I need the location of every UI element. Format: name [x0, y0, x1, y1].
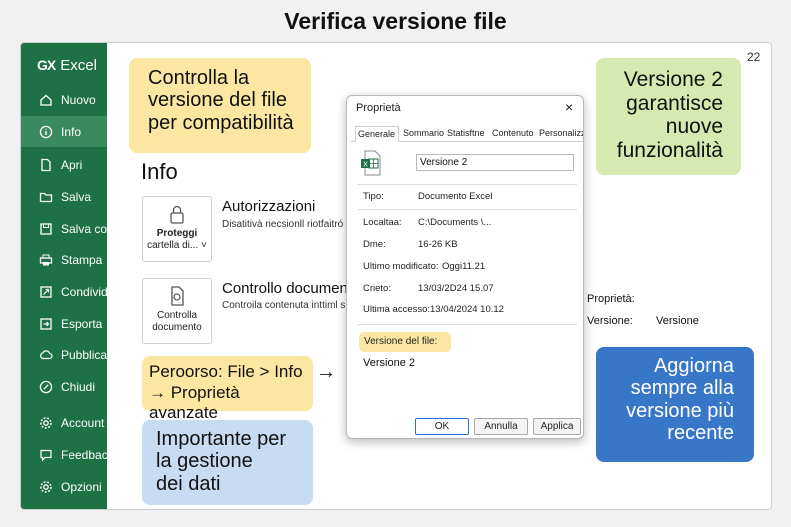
properties-panel-version-value: Versione	[656, 315, 699, 327]
sidebar-item-pubblica[interactable]: Pubblica	[21, 339, 107, 370]
publish-icon	[40, 349, 53, 359]
sidebar-item-label: Account	[61, 415, 105, 430]
check-document-description: Controila contenuta inttiml si	[222, 300, 348, 311]
home-icon	[40, 94, 52, 106]
callout-version-2: Versione 2 garantisce nuove funzionalità	[596, 58, 741, 175]
settings-icon	[40, 480, 52, 493]
inspect-document-icon	[171, 286, 184, 306]
sidebar-item-label: Pubblica	[61, 347, 107, 362]
file-version-value: Versione 2	[363, 357, 415, 369]
divider	[357, 209, 577, 210]
file-version-label: Versione del file:	[359, 332, 451, 352]
app-name: Excel	[60, 56, 97, 74]
dialog-tabs: Generale Sommario Statisftne Contenuto P…	[351, 126, 583, 142]
folder-icon	[39, 192, 53, 202]
modified-label: Ultimo modificato:	[363, 261, 439, 272]
sidebar-item-label: Salva con	[61, 221, 107, 236]
svg-text:X: X	[363, 162, 368, 169]
protect-tile-dropdown: cartella di... ˅	[147, 240, 207, 251]
sidebar-item-nuovo[interactable]: Nuovo	[21, 84, 107, 115]
callout-update: Aggiorna sempre alla versione più recent…	[596, 347, 754, 462]
printer-icon	[39, 254, 53, 265]
sidebar-item-label: Nuovo	[61, 92, 96, 107]
created-label: Crieto:	[363, 283, 391, 294]
ok-button[interactable]: OK	[415, 418, 469, 435]
excel-logo-icon: GX	[37, 57, 56, 73]
info-icon	[39, 125, 53, 138]
open-file-icon	[41, 158, 51, 171]
callout-check-version: Controlla la versione del file per compa…	[129, 58, 311, 153]
save-as-icon	[40, 222, 52, 235]
sidebar-item-opzioni[interactable]: Opzioni	[21, 471, 107, 502]
page-number: 22	[747, 50, 761, 64]
check-document-title: Controllo documen	[222, 280, 348, 297]
tab-sommario[interactable]: Sommario	[401, 126, 445, 142]
file-name-input[interactable]	[416, 154, 574, 171]
check-document-button[interactable]: Controlla documento	[142, 278, 212, 344]
type-label: Tipo:	[363, 191, 384, 202]
tab-personalizza[interactable]: Personalizza	[537, 126, 583, 142]
sidebar-item-chiudi[interactable]: Chiudi	[21, 371, 107, 402]
page-title: Verifica versione file	[284, 8, 507, 34]
permissions-title: Autorizzazioni	[222, 198, 316, 215]
sidebar-item-account[interactable]: Account	[21, 407, 107, 438]
cancel-button[interactable]: Annulla	[474, 418, 528, 435]
divider	[357, 184, 577, 185]
sidebar-item-feedback[interactable]: Feedback	[21, 439, 107, 470]
modified-value: Oggi11.21	[442, 261, 486, 272]
feedback-icon	[40, 449, 52, 461]
tab-contenuto[interactable]: Contenuto	[490, 126, 536, 142]
type-value: Documento Excel	[418, 191, 493, 202]
sidebar-item-label: Condividi	[61, 284, 107, 299]
gear-icon	[40, 416, 52, 429]
sidebar-item-apri[interactable]: Apri	[21, 149, 107, 180]
sidebar-item-salva-con[interactable]: Salva con	[21, 213, 107, 244]
excel-window: GX Excel Nuovo Info Apri Salva Salva con…	[20, 42, 772, 510]
backstage-sidebar: GX Excel Nuovo Info Apri Salva Salva con…	[21, 43, 107, 509]
arrow-right-icon: →	[316, 361, 336, 383]
sidebar-item-label: Apri	[61, 157, 83, 172]
excel-file-icon: X	[361, 150, 381, 176]
callout-path: Peroorso: File > Info → Proprietà avanza…	[142, 356, 313, 422]
sidebar-item-label: Stampa	[61, 252, 103, 267]
sidebar-item-label: Info	[61, 124, 82, 139]
sidebar-item-label: Salva	[61, 189, 92, 204]
created-value: 13/03/2D24 15.07	[418, 283, 494, 294]
location-value: C:\Documents \...	[418, 217, 492, 228]
sidebar-item-info[interactable]: Info	[21, 116, 107, 147]
properties-dialog: Proprietà × Generale Sommario Statisftne…	[346, 95, 584, 439]
tab-generale[interactable]: Generale	[355, 126, 399, 142]
callout-important: Importante per la gestione dei dati	[142, 420, 313, 505]
sidebar-item-condividi[interactable]: Condividi	[21, 276, 107, 307]
accessed-label: Ultima accesso:	[363, 304, 431, 315]
divider	[357, 324, 577, 325]
export-icon	[40, 317, 52, 330]
app-brand: GX Excel	[37, 53, 97, 77]
close-circle-icon	[39, 380, 53, 393]
chevron-down-icon: ˅	[198, 240, 207, 251]
size-value: 16-26 KB	[418, 239, 458, 250]
size-label: Dme:	[363, 239, 386, 250]
sidebar-item-label: Opzioni	[61, 479, 102, 494]
location-label: Localtaa:	[363, 217, 402, 228]
sidebar-item-esporta[interactable]: Esporta	[21, 308, 107, 339]
sidebar-item-label: Feedback	[61, 447, 107, 462]
properties-panel-version-label: Versione:	[587, 315, 633, 327]
lock-icon	[170, 205, 184, 224]
sidebar-item-stampa[interactable]: Stampa	[21, 244, 107, 275]
share-icon	[40, 285, 52, 298]
properties-panel-title: Proprietà:	[587, 293, 635, 305]
sidebar-item-salva[interactable]: Salva	[21, 181, 107, 212]
apply-button[interactable]: Applica	[533, 418, 581, 435]
sidebar-item-label: Esporta	[61, 316, 103, 331]
protect-workbook-button[interactable]: Proteggi cartella di... ˅	[142, 196, 212, 262]
tab-statistiche[interactable]: Statisftne	[445, 126, 489, 142]
sidebar-item-label: Chiudi	[61, 379, 96, 394]
dialog-title: Proprietà	[356, 102, 401, 114]
permissions-description: Disatitivà riecsionll riotfaitró	[222, 219, 344, 230]
close-icon[interactable]: ×	[565, 99, 573, 115]
info-heading: Info	[141, 159, 178, 184]
accessed-value: 13/04/2024 10.12	[430, 304, 504, 315]
